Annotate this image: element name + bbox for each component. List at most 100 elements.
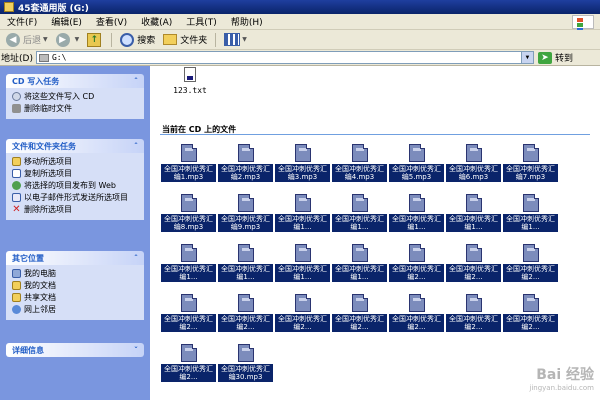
mp3-file-item[interactable]: 全国冲刺优秀汇编3.mp3 [274,144,331,194]
task-move[interactable]: 移动所选项目 [12,156,140,167]
other-places-panel: 其它位置 ˆ 我的电脑 我的文档 共享文档 网上邻居 [6,251,144,320]
file-name: 全国冲刺优秀汇编3.mp3 [275,164,330,182]
copy-icon [12,169,21,178]
audio-file-icon [351,244,368,262]
mp3-file-item[interactable]: 全国冲刺优秀汇编2... [445,294,502,344]
audio-file-icon [294,144,311,162]
mp3-file-item[interactable]: 全国冲刺优秀汇编7.mp3 [502,144,559,194]
mp3-file-item[interactable]: 全国冲刺优秀汇编2... [160,294,217,344]
mp3-file-item[interactable]: 全国冲刺优秀汇编1... [502,194,559,244]
file-name: 全国冲刺优秀汇编1... [332,214,387,232]
mp3-file-item[interactable]: 全国冲刺优秀汇编2... [274,294,331,344]
mp3-file-item[interactable]: 全国冲刺优秀汇编2... [502,244,559,294]
back-button[interactable]: ◀ 后退 ▼ [2,31,52,49]
menu-favorites[interactable]: 收藏(A) [134,15,179,28]
mp3-file-item[interactable]: 全国冲刺优秀汇编5.mp3 [388,144,445,194]
mp3-file-item[interactable]: 全国冲刺优秀汇编1... [445,194,502,244]
file-item-txt[interactable]: 123.txt [168,67,212,96]
audio-file-icon [180,244,197,262]
mp3-file-item[interactable]: 全国冲刺优秀汇编2.mp3 [217,144,274,194]
watermark-brand: Bai 经验 [536,367,594,383]
chevron-down-icon[interactable]: ▼ [520,52,533,63]
audio-file-icon [351,194,368,212]
place-network[interactable]: 网上邻居 [12,304,140,315]
task-email[interactable]: 以电子邮件形式发送所选项目 [12,192,140,203]
mp3-file-item[interactable]: 全国冲刺优秀汇编1... [274,194,331,244]
mp3-file-item[interactable]: 全国冲刺优秀汇编1... [274,244,331,294]
audio-file-icon [465,294,482,312]
expand-icon[interactable]: ˇ [134,346,138,355]
trash-icon [12,104,21,113]
menu-file[interactable]: 文件(F) [0,15,44,28]
file-tasks-panel: 文件和文件夹任务 ˆ 移动所选项目 复制所选项目 将选择的项目发布到 Web 以… [6,139,144,220]
file-name: 全国冲刺优秀汇编2.mp3 [218,164,273,182]
file-name: 全国冲刺优秀汇编1... [275,264,330,282]
mp3-file-item[interactable]: 全国冲刺优秀汇编30.mp3 [217,344,274,394]
folders-button[interactable]: 文件夹 [159,31,211,49]
cd-tasks-header[interactable]: CD 写入任务 ˆ [6,74,144,88]
mp3-file-item[interactable]: 全国冲刺优秀汇编1... [331,194,388,244]
audio-file-icon [408,194,425,212]
file-name: 全国冲刺优秀汇编2... [446,264,501,282]
file-name: 全国冲刺优秀汇编6.mp3 [446,164,501,182]
section-divider [160,134,590,135]
menu-view[interactable]: 查看(V) [89,15,134,28]
forward-button[interactable]: ▶ ▼ [52,31,84,49]
address-value: G:\ [51,53,67,62]
details-header[interactable]: 详细信息 ˇ [6,343,144,357]
task-write-cd[interactable]: 将这些文件写入 CD [12,91,140,102]
cd-tasks-panel: CD 写入任务 ˆ 将这些文件写入 CD 删除临时文件 [6,74,144,119]
mp3-file-item[interactable]: 全国冲刺优秀汇编6.mp3 [445,144,502,194]
task-copy[interactable]: 复制所选项目 [12,168,140,179]
mp3-file-item[interactable]: 全国冲刺优秀汇编2... [331,294,388,344]
task-publish-web[interactable]: 将选择的项目发布到 Web [12,180,140,191]
go-button[interactable]: ➤ 转到 [537,51,573,64]
audio-file-icon [237,344,254,362]
mp3-file-item[interactable]: 全国冲刺优秀汇编2... [388,294,445,344]
mp3-file-item[interactable]: 全国冲刺优秀汇编1... [160,244,217,294]
collapse-icon[interactable]: ˆ [134,77,138,86]
task-delete-temp[interactable]: 删除临时文件 [12,103,140,114]
mp3-file-item[interactable]: 全国冲刺优秀汇编1... [388,194,445,244]
collapse-icon[interactable]: ˆ [134,142,138,151]
mp3-file-item[interactable]: 全国冲刺优秀汇编9.mp3 [217,194,274,244]
place-my-computer[interactable]: 我的电脑 [12,268,140,279]
audio-file-icon [465,144,482,162]
mp3-file-item[interactable]: 全国冲刺优秀汇编1... [331,244,388,294]
place-shared-documents[interactable]: 共享文档 [12,292,140,303]
file-name: 全国冲刺优秀汇编2... [275,314,330,332]
address-input[interactable]: G:\ ▼ [35,51,534,64]
file-name: 全国冲刺优秀汇编1.mp3 [161,164,216,182]
mp3-file-item[interactable]: 全国冲刺优秀汇编1... [217,244,274,294]
search-button[interactable]: 搜索 [116,31,159,49]
collapse-icon[interactable]: ˆ [134,254,138,263]
mp3-file-item[interactable]: 全国冲刺优秀汇编2... [160,344,217,394]
chevron-down-icon: ▼ [74,36,80,43]
mp3-file-item[interactable]: 全国冲刺优秀汇编4.mp3 [331,144,388,194]
audio-file-icon [180,294,197,312]
file-name: 全国冲刺优秀汇编2... [389,314,444,332]
cd-file-grid: 全国冲刺优秀汇编1.mp3 全国冲刺优秀汇编2.mp3 全国冲刺优秀汇编3.mp3 全… [160,144,580,394]
mp3-file-item[interactable]: 全国冲刺优秀汇编1.mp3 [160,144,217,194]
file-tasks-header[interactable]: 文件和文件夹任务 ˆ [6,139,144,153]
chevron-down-icon: ▼ [43,36,48,43]
mp3-file-item[interactable]: 全国冲刺优秀汇编2... [502,294,559,344]
views-button[interactable]: ▼ [220,31,251,49]
up-folder-button[interactable]: ↑ [83,31,107,49]
task-label: 删除所选项目 [24,205,72,214]
mp3-file-item[interactable]: 全国冲刺优秀汇编2... [445,244,502,294]
task-delete[interactable]: ✕ 删除所选项目 [12,204,140,215]
mp3-file-item[interactable]: 全国冲刺优秀汇编8.mp3 [160,194,217,244]
file-name: 全国冲刺优秀汇编8.mp3 [161,214,216,232]
menu-tools[interactable]: 工具(T) [179,15,224,28]
other-places-header[interactable]: 其它位置 ˆ [6,251,144,265]
mp3-file-item[interactable]: 全国冲刺优秀汇编2... [217,294,274,344]
mp3-file-item[interactable]: 全国冲刺优秀汇编2... [388,244,445,294]
menu-help[interactable]: 帮助(H) [224,15,270,28]
menu-edit[interactable]: 编辑(E) [44,15,89,28]
place-my-documents[interactable]: 我的文档 [12,280,140,291]
file-name: 全国冲刺优秀汇编2... [389,264,444,282]
file-name: 全国冲刺优秀汇编1... [275,214,330,232]
text-file-icon [184,67,196,82]
documents-folder-icon [12,281,21,290]
